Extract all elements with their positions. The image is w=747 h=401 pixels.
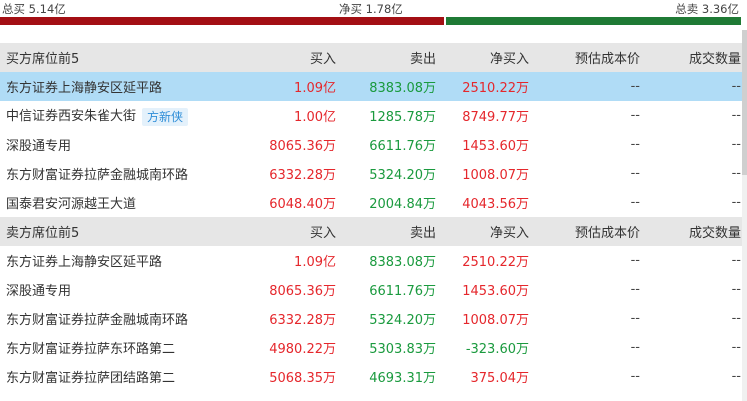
seat-name: 东方财富证券拉萨东环路第二 bbox=[6, 342, 176, 357]
seat-name: 东方证券上海静安区延平路 bbox=[6, 255, 163, 270]
col-header-cost[interactable]: 预估成本价 bbox=[529, 217, 640, 246]
cost-price: -- bbox=[630, 369, 640, 384]
net-amount: 2510.22万 bbox=[462, 255, 529, 270]
table-row[interactable]: 东方财富证券拉萨团结路第二 5068.35万 4693.31万 375.04万 … bbox=[0, 362, 747, 391]
volume: -- bbox=[731, 311, 741, 326]
volume: -- bbox=[731, 195, 741, 210]
seat-name: 深股通专用 bbox=[6, 284, 72, 299]
seat-name-cell: 中信证券西安朱雀大街 方新侠 bbox=[0, 101, 246, 130]
cost-price: -- bbox=[630, 166, 640, 181]
table-row[interactable]: 东方财富证券拉萨东环路第二 4980.22万 5303.83万 -323.60万… bbox=[0, 333, 747, 362]
volume: -- bbox=[731, 166, 741, 181]
volume: -- bbox=[731, 369, 741, 384]
buy-amount: 6332.28万 bbox=[269, 313, 336, 328]
volume: -- bbox=[731, 282, 741, 297]
table-row[interactable]: 东方证券上海静安区延平路 1.09亿 8383.08万 2510.22万 -- … bbox=[0, 72, 747, 101]
buy-amount: 1.09亿 bbox=[246, 72, 336, 101]
volume: -- bbox=[731, 137, 741, 152]
cost-price: -- bbox=[630, 137, 640, 152]
buy-amount: 8065.36万 bbox=[269, 139, 336, 154]
net-amount: 2510.22万 bbox=[436, 72, 529, 101]
buy-amount: 8065.36万 bbox=[269, 284, 336, 299]
col-header-net[interactable]: 净买入 bbox=[436, 217, 529, 246]
sell-amount: 8383.08万 bbox=[369, 255, 436, 270]
seat-name: 中信证券西安朱雀大街 bbox=[6, 109, 137, 125]
sell-amount: 4693.31万 bbox=[369, 371, 436, 386]
buy-amount: 1.09亿 bbox=[294, 255, 336, 270]
volume: -- bbox=[731, 253, 741, 268]
summary-bar: 总买 5.14亿 净买 1.78亿 总卖 3.36亿 bbox=[0, 0, 741, 16]
table-row[interactable]: 中信证券西安朱雀大街 方新侠 1.00亿 1285.78万 8749.77万 --… bbox=[0, 101, 747, 130]
col-header-volume[interactable]: 成交数量 bbox=[640, 217, 747, 246]
cost-price: -- bbox=[630, 311, 640, 326]
buy-section-header: 买方席位前5 买入 卖出 净买入 预估成本价 成交数量 bbox=[0, 43, 747, 72]
cost-price: -- bbox=[630, 108, 640, 123]
sell-amount: 5303.83万 bbox=[369, 342, 436, 357]
sell-amount: 1285.78万 bbox=[369, 110, 436, 125]
volume: -- bbox=[640, 72, 747, 101]
total-buy-label: 总买 5.14亿 bbox=[2, 2, 66, 16]
seat-name: 东方财富证券拉萨团结路第二 bbox=[6, 371, 176, 386]
col-header-net[interactable]: 净买入 bbox=[436, 43, 529, 72]
buy-amount: 6048.40万 bbox=[269, 197, 336, 212]
table-row[interactable]: 深股通专用 8065.36万 6611.76万 1453.60万 -- -- bbox=[0, 275, 747, 304]
seat-name: 东方财富证券拉萨金融城南环路 bbox=[6, 313, 189, 328]
net-amount: 8749.77万 bbox=[462, 110, 529, 125]
col-header-buy[interactable]: 买入 bbox=[246, 43, 336, 72]
table-row[interactable]: 国泰君安河源越王大道 6048.40万 2004.84万 4043.56万 --… bbox=[0, 188, 747, 217]
sell-amount: 2004.84万 bbox=[369, 197, 436, 212]
table-row[interactable]: 东方证券上海静安区延平路 1.09亿 8383.08万 2510.22万 -- … bbox=[0, 246, 747, 275]
vertical-scrollbar[interactable] bbox=[742, 30, 747, 401]
table-row[interactable]: 东方财富证券拉萨金融城南环路 6332.28万 5324.20万 1008.07… bbox=[0, 304, 747, 333]
sell-ratio-bar bbox=[446, 17, 741, 25]
scrollbar-thumb[interactable] bbox=[742, 30, 747, 175]
col-header-volume[interactable]: 成交数量 bbox=[640, 43, 747, 72]
cost-price: -- bbox=[630, 253, 640, 268]
net-amount: -323.60万 bbox=[465, 342, 529, 357]
sell-section-header: 卖方席位前5 买入 卖出 净买入 预估成本价 成交数量 bbox=[0, 217, 747, 246]
table-row[interactable]: 东方财富证券拉萨金融城南环路 6332.28万 5324.20万 1008.07… bbox=[0, 159, 747, 188]
cost-price: -- bbox=[630, 282, 640, 297]
total-sell-label: 总卖 3.36亿 bbox=[675, 2, 739, 16]
section-title: 卖方席位前5 bbox=[0, 217, 246, 246]
net-amount: 1453.60万 bbox=[462, 139, 529, 154]
col-header-cost[interactable]: 预估成本价 bbox=[529, 43, 640, 72]
sell-amount: 5324.20万 bbox=[369, 313, 436, 328]
section-title: 买方席位前5 bbox=[0, 43, 246, 72]
net-buy-label: 净买 1.78亿 bbox=[339, 2, 403, 16]
buy-ratio-bar bbox=[0, 17, 444, 25]
table-row[interactable]: 深股通专用 8065.36万 6611.76万 1453.60万 -- -- bbox=[0, 130, 747, 159]
net-amount: 1008.07万 bbox=[462, 313, 529, 328]
sell-amount: 8383.08万 bbox=[336, 72, 436, 101]
seat-name: 东方财富证券拉萨金融城南环路 bbox=[6, 168, 189, 183]
net-amount: 1453.60万 bbox=[462, 284, 529, 299]
buy-amount: 5068.35万 bbox=[269, 371, 336, 386]
trader-tag[interactable]: 方新侠 bbox=[142, 107, 189, 126]
sell-amount: 6611.76万 bbox=[369, 284, 436, 299]
net-amount: 1008.07万 bbox=[462, 168, 529, 183]
volume: -- bbox=[731, 340, 741, 355]
col-header-sell[interactable]: 卖出 bbox=[336, 43, 436, 72]
col-header-sell[interactable]: 卖出 bbox=[336, 217, 436, 246]
net-amount: 375.04万 bbox=[470, 371, 530, 386]
sell-amount: 5324.20万 bbox=[369, 168, 436, 183]
cost-price: -- bbox=[630, 340, 640, 355]
cost-price: -- bbox=[630, 195, 640, 210]
sell-amount: 6611.76万 bbox=[369, 139, 436, 154]
seat-table: 买方席位前5 买入 卖出 净买入 预估成本价 成交数量 东方证券上海静安区延平路… bbox=[0, 43, 747, 391]
volume: -- bbox=[731, 108, 741, 123]
col-header-buy[interactable]: 买入 bbox=[246, 217, 336, 246]
buy-amount: 6332.28万 bbox=[269, 168, 336, 183]
seat-name: 东方证券上海静安区延平路 bbox=[0, 72, 246, 101]
net-amount: 4043.56万 bbox=[462, 197, 529, 212]
buy-amount: 4980.22万 bbox=[269, 342, 336, 357]
seat-name: 深股通专用 bbox=[6, 139, 72, 154]
buy-amount: 1.00亿 bbox=[294, 110, 336, 125]
cost-price: -- bbox=[529, 72, 640, 101]
seat-name: 国泰君安河源越王大道 bbox=[6, 197, 137, 212]
